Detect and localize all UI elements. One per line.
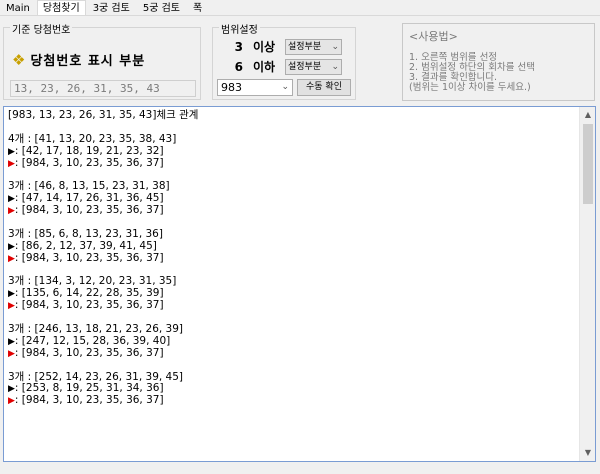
result-line-text: : [984, 3, 10, 23, 35, 36, 37] bbox=[14, 394, 164, 407]
black-triangle-icon: ▶ bbox=[8, 289, 15, 300]
result-line-text: 3개 : [134, 3, 12, 20, 23, 31, 35] bbox=[8, 275, 177, 288]
usage-guide: <사용법> 1. 오른쪽 범위를 선정 2. 범위설정 하단의 회차를 선택 3… bbox=[402, 23, 595, 101]
range-min-select-value: 설정부분 bbox=[288, 41, 322, 52]
chevron-down-icon: ⌄ bbox=[281, 82, 289, 92]
result-line: ▶: [984, 3, 10, 23, 35, 36, 37] bbox=[8, 299, 575, 312]
winning-numbers-field[interactable]: 13, 23, 26, 31, 35, 43 bbox=[10, 80, 196, 97]
range-settings-group: 범위설정 3 이상 설정부분 ⌄ 6 이하 설정부분 ⌄ 983 ⌄ 수동 확인 bbox=[212, 21, 356, 100]
diamond-bullet-icon: ❖ bbox=[12, 50, 26, 69]
scroll-thumb[interactable] bbox=[583, 124, 593, 204]
result-line-text: 3개 : [46, 8, 13, 15, 23, 31, 38] bbox=[8, 180, 170, 193]
red-triangle-icon: ▶ bbox=[8, 348, 15, 359]
result-line-text: : [86, 2, 12, 37, 39, 41, 45] bbox=[14, 239, 157, 252]
range-min-select[interactable]: 설정부분 ⌄ bbox=[285, 38, 342, 55]
tab-extra[interactable]: 폭 bbox=[187, 0, 209, 16]
range-group-legend: 범위설정 bbox=[219, 21, 260, 36]
result-line-text: 4개 : [41, 13, 20, 23, 35, 38, 43] bbox=[8, 132, 177, 145]
tab-bar: Main 당첨찾기 3궁 검토 5궁 검토 폭 bbox=[0, 0, 209, 16]
scroll-down-icon[interactable]: ▼ bbox=[580, 445, 595, 461]
range-max-op: 이하 bbox=[252, 60, 276, 74]
result-line-text: : [984, 3, 10, 23, 35, 36, 37] bbox=[14, 299, 164, 312]
result-line-text: : [984, 3, 10, 23, 35, 36, 37] bbox=[14, 156, 164, 169]
black-triangle-icon: ▶ bbox=[8, 241, 15, 252]
black-triangle-icon: ▶ bbox=[8, 146, 15, 157]
manual-confirm-button[interactable]: 수동 확인 bbox=[297, 79, 351, 96]
winning-title: ❖ 당첨번호 표시 부분 bbox=[12, 50, 146, 70]
range-min-value: 3 bbox=[234, 39, 243, 54]
result-line: ▶: [984, 3, 10, 23, 35, 36, 37] bbox=[8, 204, 575, 217]
tab-divider bbox=[0, 15, 600, 16]
black-triangle-icon: ▶ bbox=[8, 384, 15, 395]
winning-title-text: 당첨번호 표시 부분 bbox=[30, 54, 146, 69]
result-line-text: : [47, 14, 17, 26, 31, 36, 45] bbox=[14, 192, 164, 205]
tab-3-review[interactable]: 3궁 검토 bbox=[86, 0, 136, 16]
result-line-text: [983, 13, 23, 26, 31, 35, 43]체크 관계 bbox=[8, 109, 199, 121]
result-line: ▶: [984, 3, 10, 23, 35, 36, 37] bbox=[8, 251, 575, 265]
black-triangle-icon: ▶ bbox=[8, 194, 15, 205]
range-max-select-value: 설정부분 bbox=[288, 61, 322, 72]
result-line-text: : [984, 3, 10, 23, 35, 36, 37] bbox=[14, 251, 164, 264]
result-line-text: : [42, 17, 18, 19, 21, 23, 32] bbox=[14, 144, 164, 157]
result-line-text: 3개 : [85, 6, 8, 13, 23, 31, 36] bbox=[8, 227, 163, 240]
tab-main[interactable]: Main bbox=[0, 0, 36, 16]
range-min-op: 이상 bbox=[252, 40, 276, 54]
result-line: [983, 13, 23, 26, 31, 35, 43]체크 관계 bbox=[8, 109, 575, 122]
result-line: ▶: [984, 3, 10, 23, 35, 36, 37] bbox=[8, 156, 575, 170]
usage-header: <사용법> bbox=[409, 30, 458, 43]
result-line-text: : [247, 12, 15, 28, 36, 39, 40] bbox=[14, 334, 171, 347]
result-line-text: : [135, 6, 14, 22, 28, 35, 39] bbox=[14, 287, 164, 300]
base-group-legend: 기준 당첨번호 bbox=[10, 21, 73, 36]
range-max-select[interactable]: 설정부분 ⌄ bbox=[285, 58, 342, 75]
black-triangle-icon: ▶ bbox=[8, 336, 15, 347]
vertical-scrollbar[interactable]: ▲ ▼ bbox=[579, 107, 595, 461]
result-textarea[interactable]: [983, 13, 23, 26, 31, 35, 43]체크 관계 4개 : [… bbox=[3, 106, 596, 462]
red-triangle-icon: ▶ bbox=[8, 253, 15, 264]
red-triangle-icon: ▶ bbox=[8, 158, 15, 169]
result-content: [983, 13, 23, 26, 31, 35, 43]체크 관계 4개 : [… bbox=[8, 109, 575, 407]
round-select[interactable]: 983 ⌄ bbox=[217, 79, 293, 96]
chevron-down-icon: ⌄ bbox=[331, 61, 339, 72]
tab-find-winning[interactable]: 당첨찾기 bbox=[36, 0, 86, 16]
result-line-text: 3개 : [246, 13, 18, 21, 23, 26, 39] bbox=[8, 323, 184, 336]
scroll-up-icon[interactable]: ▲ bbox=[580, 107, 595, 123]
result-line: ▶: [984, 3, 10, 23, 35, 36, 37] bbox=[8, 346, 575, 360]
round-select-value: 983 bbox=[221, 81, 242, 94]
result-line-text: : [253, 8, 19, 25, 31, 34, 36] bbox=[14, 382, 164, 395]
tab-5-review[interactable]: 5궁 검토 bbox=[136, 0, 186, 16]
range-max-row: 6 이하 설정부분 ⌄ bbox=[213, 58, 342, 75]
chevron-down-icon: ⌄ bbox=[331, 41, 339, 52]
red-triangle-icon: ▶ bbox=[8, 206, 15, 217]
result-line-text: : [984, 3, 10, 23, 35, 36, 37] bbox=[14, 204, 164, 217]
result-line-text: 3개 : [252, 14, 23, 26, 31, 39, 45] bbox=[8, 370, 184, 383]
red-triangle-icon: ▶ bbox=[8, 301, 15, 312]
base-winning-group: 기준 당첨번호 ❖ 당첨번호 표시 부분 13, 23, 26, 31, 35,… bbox=[3, 21, 201, 100]
result-line: ▶: [984, 3, 10, 23, 35, 36, 37] bbox=[8, 394, 575, 407]
result-line-text: : [984, 3, 10, 23, 35, 36, 37] bbox=[14, 346, 164, 359]
usage-line: (범위는 1이상 차이를 두세요.) bbox=[409, 82, 531, 93]
range-max-value: 6 bbox=[234, 59, 243, 74]
range-min-row: 3 이상 설정부분 ⌄ bbox=[213, 38, 342, 55]
red-triangle-icon: ▶ bbox=[8, 396, 15, 407]
